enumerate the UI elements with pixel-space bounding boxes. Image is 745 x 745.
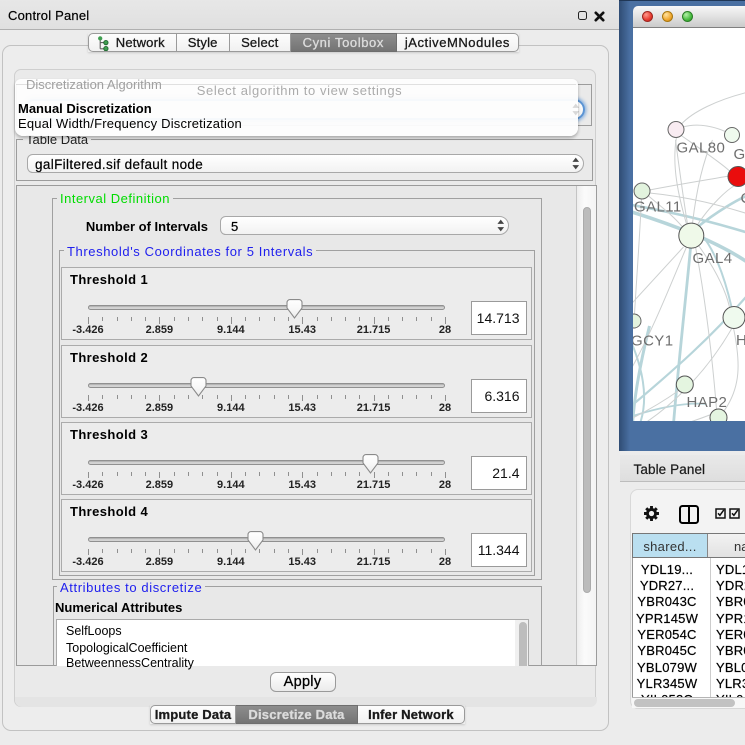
svg-text:GCY1: GCY1 <box>633 333 673 350</box>
svg-text:GAL4: GAL4 <box>692 250 732 267</box>
svg-text:GA: GA <box>733 146 745 163</box>
svg-text:GAL80: GAL80 <box>676 140 725 157</box>
svg-text:C: C <box>740 190 745 207</box>
svg-text:H: H <box>736 332 745 349</box>
svg-text:HAP2: HAP2 <box>686 394 727 411</box>
svg-text:GAL11: GAL11 <box>634 199 682 216</box>
